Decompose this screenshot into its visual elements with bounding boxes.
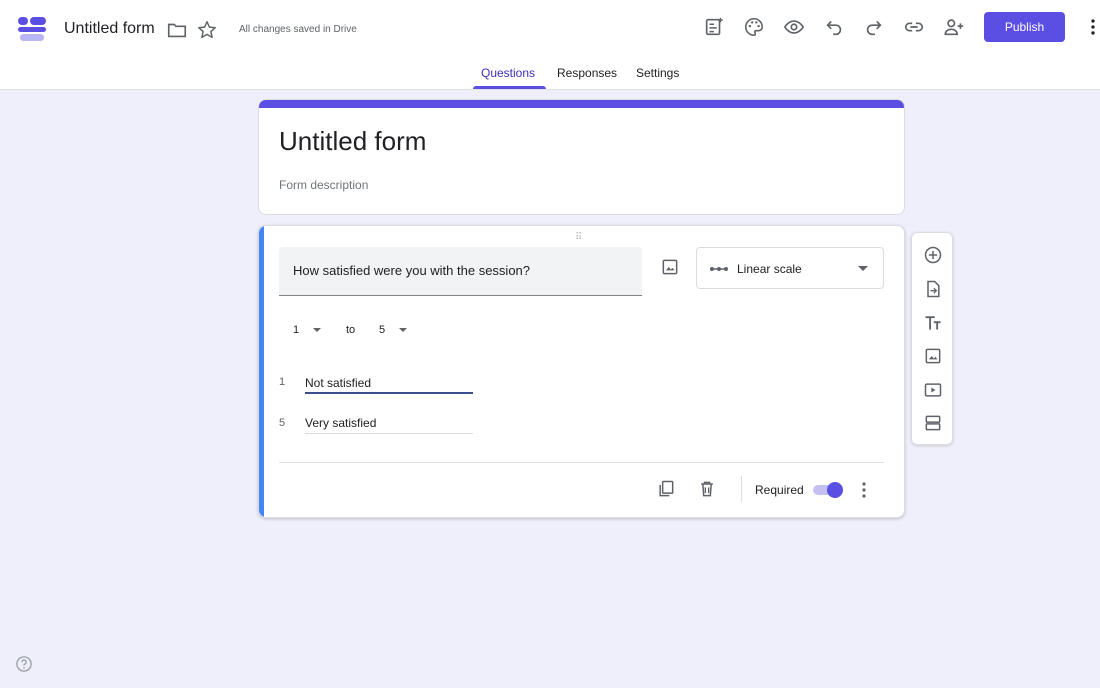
publish-button[interactable]: Publish [984,12,1065,42]
accent-bar [259,100,904,108]
toggle-thumb [827,482,843,498]
palette-icon[interactable] [742,15,766,39]
chevron-down-icon [858,266,868,271]
chevron-down-icon [399,328,408,332]
footer-separator [741,476,742,502]
question-type-label: Linear scale [737,262,802,276]
add-image-icon[interactable] [659,256,681,278]
forms-logo-icon[interactable] [17,14,47,44]
document-title[interactable]: Untitled form [64,20,155,38]
active-card-indicator [259,226,264,517]
import-questions-icon[interactable] [922,278,944,300]
duplicate-icon[interactable] [655,478,677,500]
question-type-dropdown[interactable]: Linear scale [696,247,884,289]
add-question-icon[interactable] [922,244,944,266]
add-collaborator-icon[interactable] [942,15,966,39]
star-icon[interactable] [195,18,219,42]
tab-questions[interactable]: Questions [481,66,535,80]
scale-max-select[interactable]: 5 [379,320,408,340]
scale-min-value: 1 [293,324,300,336]
low-label-input[interactable]: Not satisfied [305,372,473,394]
form-description-input[interactable]: Form description [279,178,368,192]
active-tab-indicator [473,86,546,89]
tab-responses[interactable]: Responses [557,66,617,80]
save-status: All changes saved in Drive [239,24,357,35]
add-title-description-icon[interactable] [922,312,944,334]
chevron-down-icon [313,328,322,332]
add-section-icon[interactable] [922,412,944,434]
required-toggle[interactable] [813,482,845,498]
question-title-text: How satisfied were you with the session? [293,263,531,278]
add-image-icon[interactable] [922,345,944,367]
low-label-number: 1 [279,376,286,388]
card-footer-divider [279,462,884,463]
question-card[interactable]: ⠿ How satisfied were you with the sessio… [258,225,905,518]
editor-tabs: Questions Responses Settings [0,60,1100,90]
scale-min-select[interactable]: 1 [293,320,322,340]
question-title-field[interactable]: How satisfied were you with the session? [279,247,642,296]
preview-eye-icon[interactable] [782,15,806,39]
scale-to-text: to [346,324,356,336]
drag-handle-icon[interactable]: ⠿ [575,232,583,243]
question-toolbar [911,232,953,445]
undo-icon[interactable] [822,15,846,39]
customize-theme-addon-icon[interactable] [702,15,726,39]
form-header-card: Untitled form Form description [258,99,905,215]
folder-icon[interactable] [165,18,189,42]
required-label: Required [755,483,804,497]
form-title-input[interactable]: Untitled form [279,126,426,157]
high-label-number: 5 [279,417,286,429]
scale-max-value: 5 [379,324,386,336]
linear-scale-icon [709,262,729,274]
redo-icon[interactable] [862,15,886,39]
help-icon[interactable] [15,655,33,673]
delete-trash-icon[interactable] [696,478,718,500]
link-icon[interactable] [902,15,926,39]
add-video-icon[interactable] [922,379,944,401]
question-more-options-icon[interactable] [856,480,872,500]
tab-settings[interactable]: Settings [636,66,679,80]
more-options-icon[interactable] [1081,15,1100,39]
high-label-input[interactable]: Very satisfied [305,412,473,434]
app-header: Untitled form All changes saved in Drive… [0,0,1100,90]
